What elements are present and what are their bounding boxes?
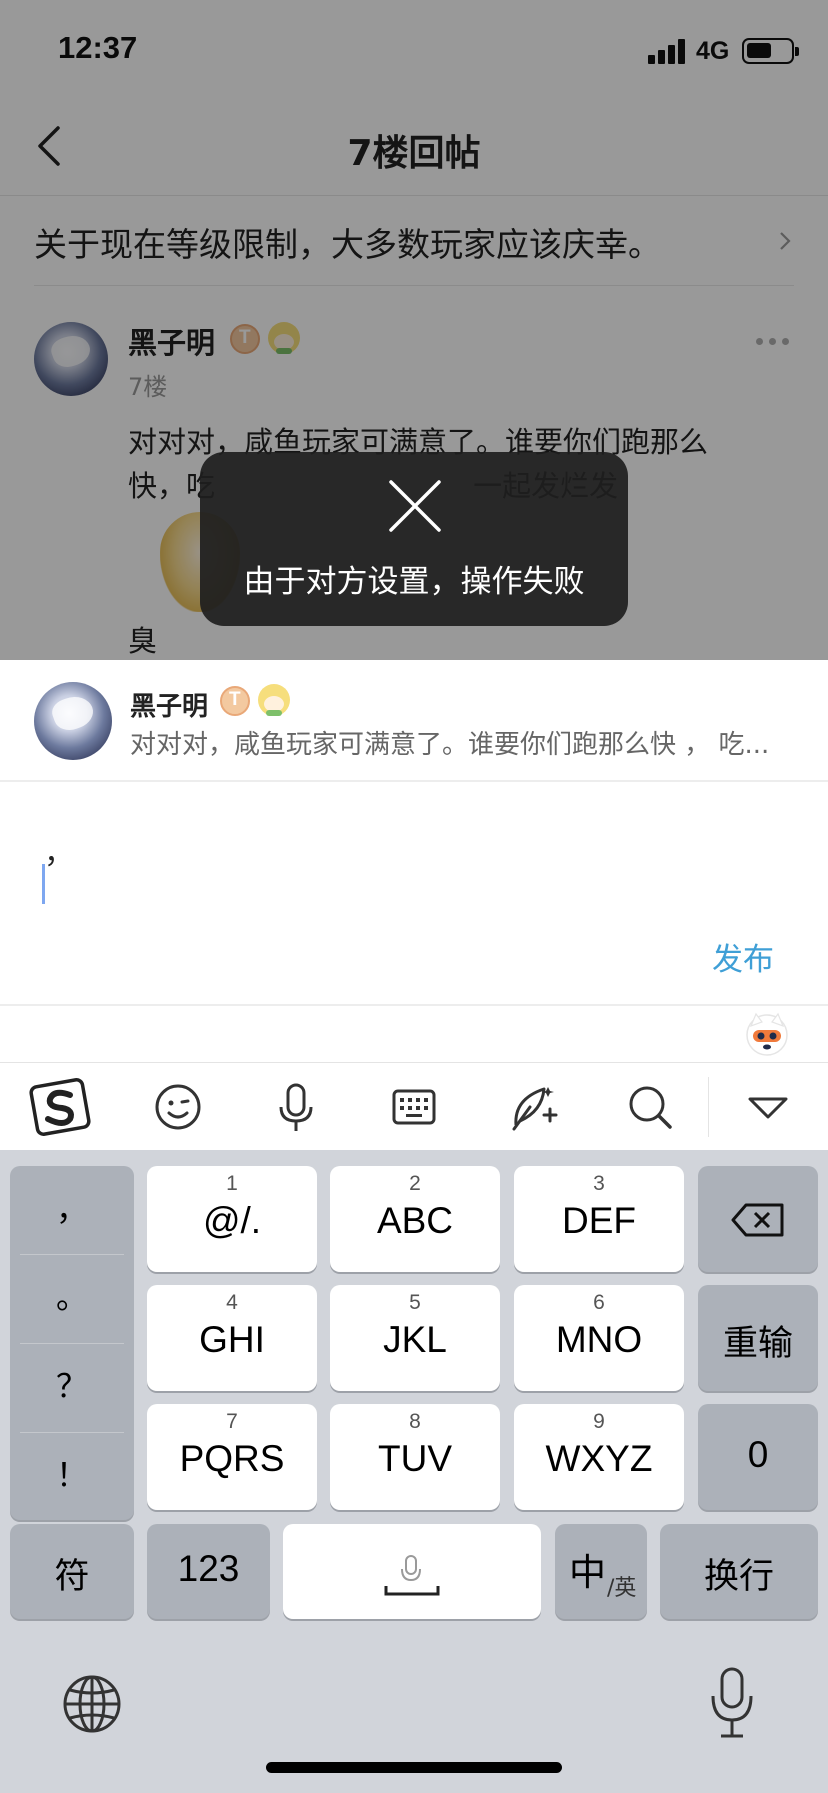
key-1[interactable]: 1 @/.	[147, 1166, 317, 1272]
key-number: 8	[409, 1410, 421, 1433]
key-7[interactable]: 7 PQRS	[147, 1404, 317, 1510]
key-number: 9	[593, 1410, 605, 1433]
globe-icon[interactable]	[62, 1674, 122, 1734]
member-badge-icon	[258, 684, 290, 716]
key-label: JKL	[383, 1319, 447, 1360]
divider	[708, 1077, 709, 1137]
key-label: 符	[54, 1557, 90, 1597]
mascot-icon[interactable]	[744, 1010, 790, 1056]
emoji-icon[interactable]	[146, 1075, 210, 1139]
key-label: 重输	[722, 1324, 793, 1364]
punct-key-comma[interactable]: ，	[10, 1174, 134, 1262]
key-label: 123	[177, 1548, 240, 1589]
key-number: 6	[593, 1291, 605, 1314]
divider	[20, 1254, 124, 1255]
keyboard-toolbar	[0, 1062, 828, 1150]
space-mic-icon	[384, 1555, 440, 1596]
home-indicator	[266, 1762, 562, 1773]
backspace-icon	[731, 1203, 784, 1237]
key-label: WXYZ	[545, 1438, 653, 1479]
collapse-icon[interactable]	[736, 1075, 800, 1139]
newline-button[interactable]: 换行	[660, 1524, 818, 1619]
voice-icon[interactable]	[264, 1075, 328, 1139]
key-3[interactable]: 3 DEF	[514, 1166, 684, 1272]
key-number: 3	[593, 1172, 605, 1195]
key-number: 7	[226, 1410, 238, 1433]
error-toast: 由于对方设置，操作失败	[200, 452, 628, 626]
key-label: GHI	[199, 1319, 265, 1360]
toast-message: 由于对方设置，操作失败	[243, 564, 585, 600]
punctuation-column: ， 。 ？ ！	[10, 1166, 134, 1520]
space-button[interactable]	[283, 1524, 541, 1619]
key-label: ABC	[376, 1200, 454, 1241]
key-label: TUV	[378, 1438, 452, 1479]
sogou-logo-icon[interactable]	[28, 1075, 92, 1139]
key-label: 0	[747, 1434, 769, 1475]
punct-key-question[interactable]: ？	[10, 1351, 134, 1439]
publish-button[interactable]: 发布	[712, 934, 774, 979]
reinput-button[interactable]: 重输	[698, 1285, 818, 1391]
reply-input[interactable]: ， 发布	[0, 782, 828, 1002]
key-8[interactable]: 8 TUV	[330, 1404, 500, 1510]
key-9[interactable]: 9 WXYZ	[514, 1404, 684, 1510]
search-icon[interactable]	[618, 1075, 682, 1139]
divider	[20, 1432, 124, 1433]
avatar	[34, 682, 112, 760]
key-label: MNO	[555, 1319, 643, 1360]
divider	[0, 1004, 828, 1006]
reply-panel: 黑子明 对对对，咸鱼玩家可满意了。谁要你们跑那么快 ， 吃... ， 发布	[0, 660, 828, 1060]
zh-en-toggle-button[interactable]: 中 /英	[555, 1524, 647, 1619]
punct-key-period[interactable]: 。	[10, 1262, 134, 1350]
key-label: @/.	[202, 1200, 262, 1241]
key-number: 4	[226, 1291, 238, 1314]
keyboard-icon[interactable]	[382, 1075, 446, 1139]
text-caret	[42, 864, 45, 904]
key-label-zh: 中	[569, 1551, 606, 1594]
key-label: PQRS	[179, 1438, 285, 1479]
key-label: 换行	[703, 1557, 774, 1597]
divider	[20, 1343, 124, 1344]
key-0[interactable]: 0	[698, 1404, 818, 1510]
key-5[interactable]: 5 JKL	[330, 1285, 500, 1391]
quote-author: 黑子明	[130, 692, 209, 722]
dictation-mic-icon[interactable]	[708, 1666, 756, 1740]
quote-text: 对对对，咸鱼玩家可满意了。谁要你们跑那么快 ， 吃...	[130, 730, 770, 760]
quoted-post: 黑子明 对对对，咸鱼玩家可满意了。谁要你们跑那么快 ， 吃...	[0, 660, 828, 782]
key-label-en: /英	[607, 1576, 637, 1601]
key-4[interactable]: 4 GHI	[147, 1285, 317, 1391]
key-number: 1	[226, 1172, 238, 1195]
key-6[interactable]: 6 MNO	[514, 1285, 684, 1391]
level-badge-icon	[220, 686, 250, 716]
key-number: 5	[409, 1291, 421, 1314]
key-number: 2	[409, 1172, 421, 1195]
punct-key-exclaim[interactable]: ！	[10, 1440, 134, 1528]
t9-keyboard: ， 。 ？ ！ 1 @/. 2 ABC 3 DEF 4 GHI 5 JKL 6 MNO 重输…	[0, 1150, 828, 1793]
input-value: ，	[44, 836, 74, 871]
symbols-button[interactable]: 符	[10, 1524, 134, 1619]
numbers-button[interactable]: 123	[147, 1524, 270, 1619]
key-2[interactable]: 2 ABC	[330, 1166, 500, 1272]
quill-icon[interactable]	[500, 1075, 564, 1139]
key-label: DEF	[562, 1200, 636, 1241]
close-icon	[389, 480, 441, 532]
backspace-button[interactable]	[698, 1166, 818, 1272]
